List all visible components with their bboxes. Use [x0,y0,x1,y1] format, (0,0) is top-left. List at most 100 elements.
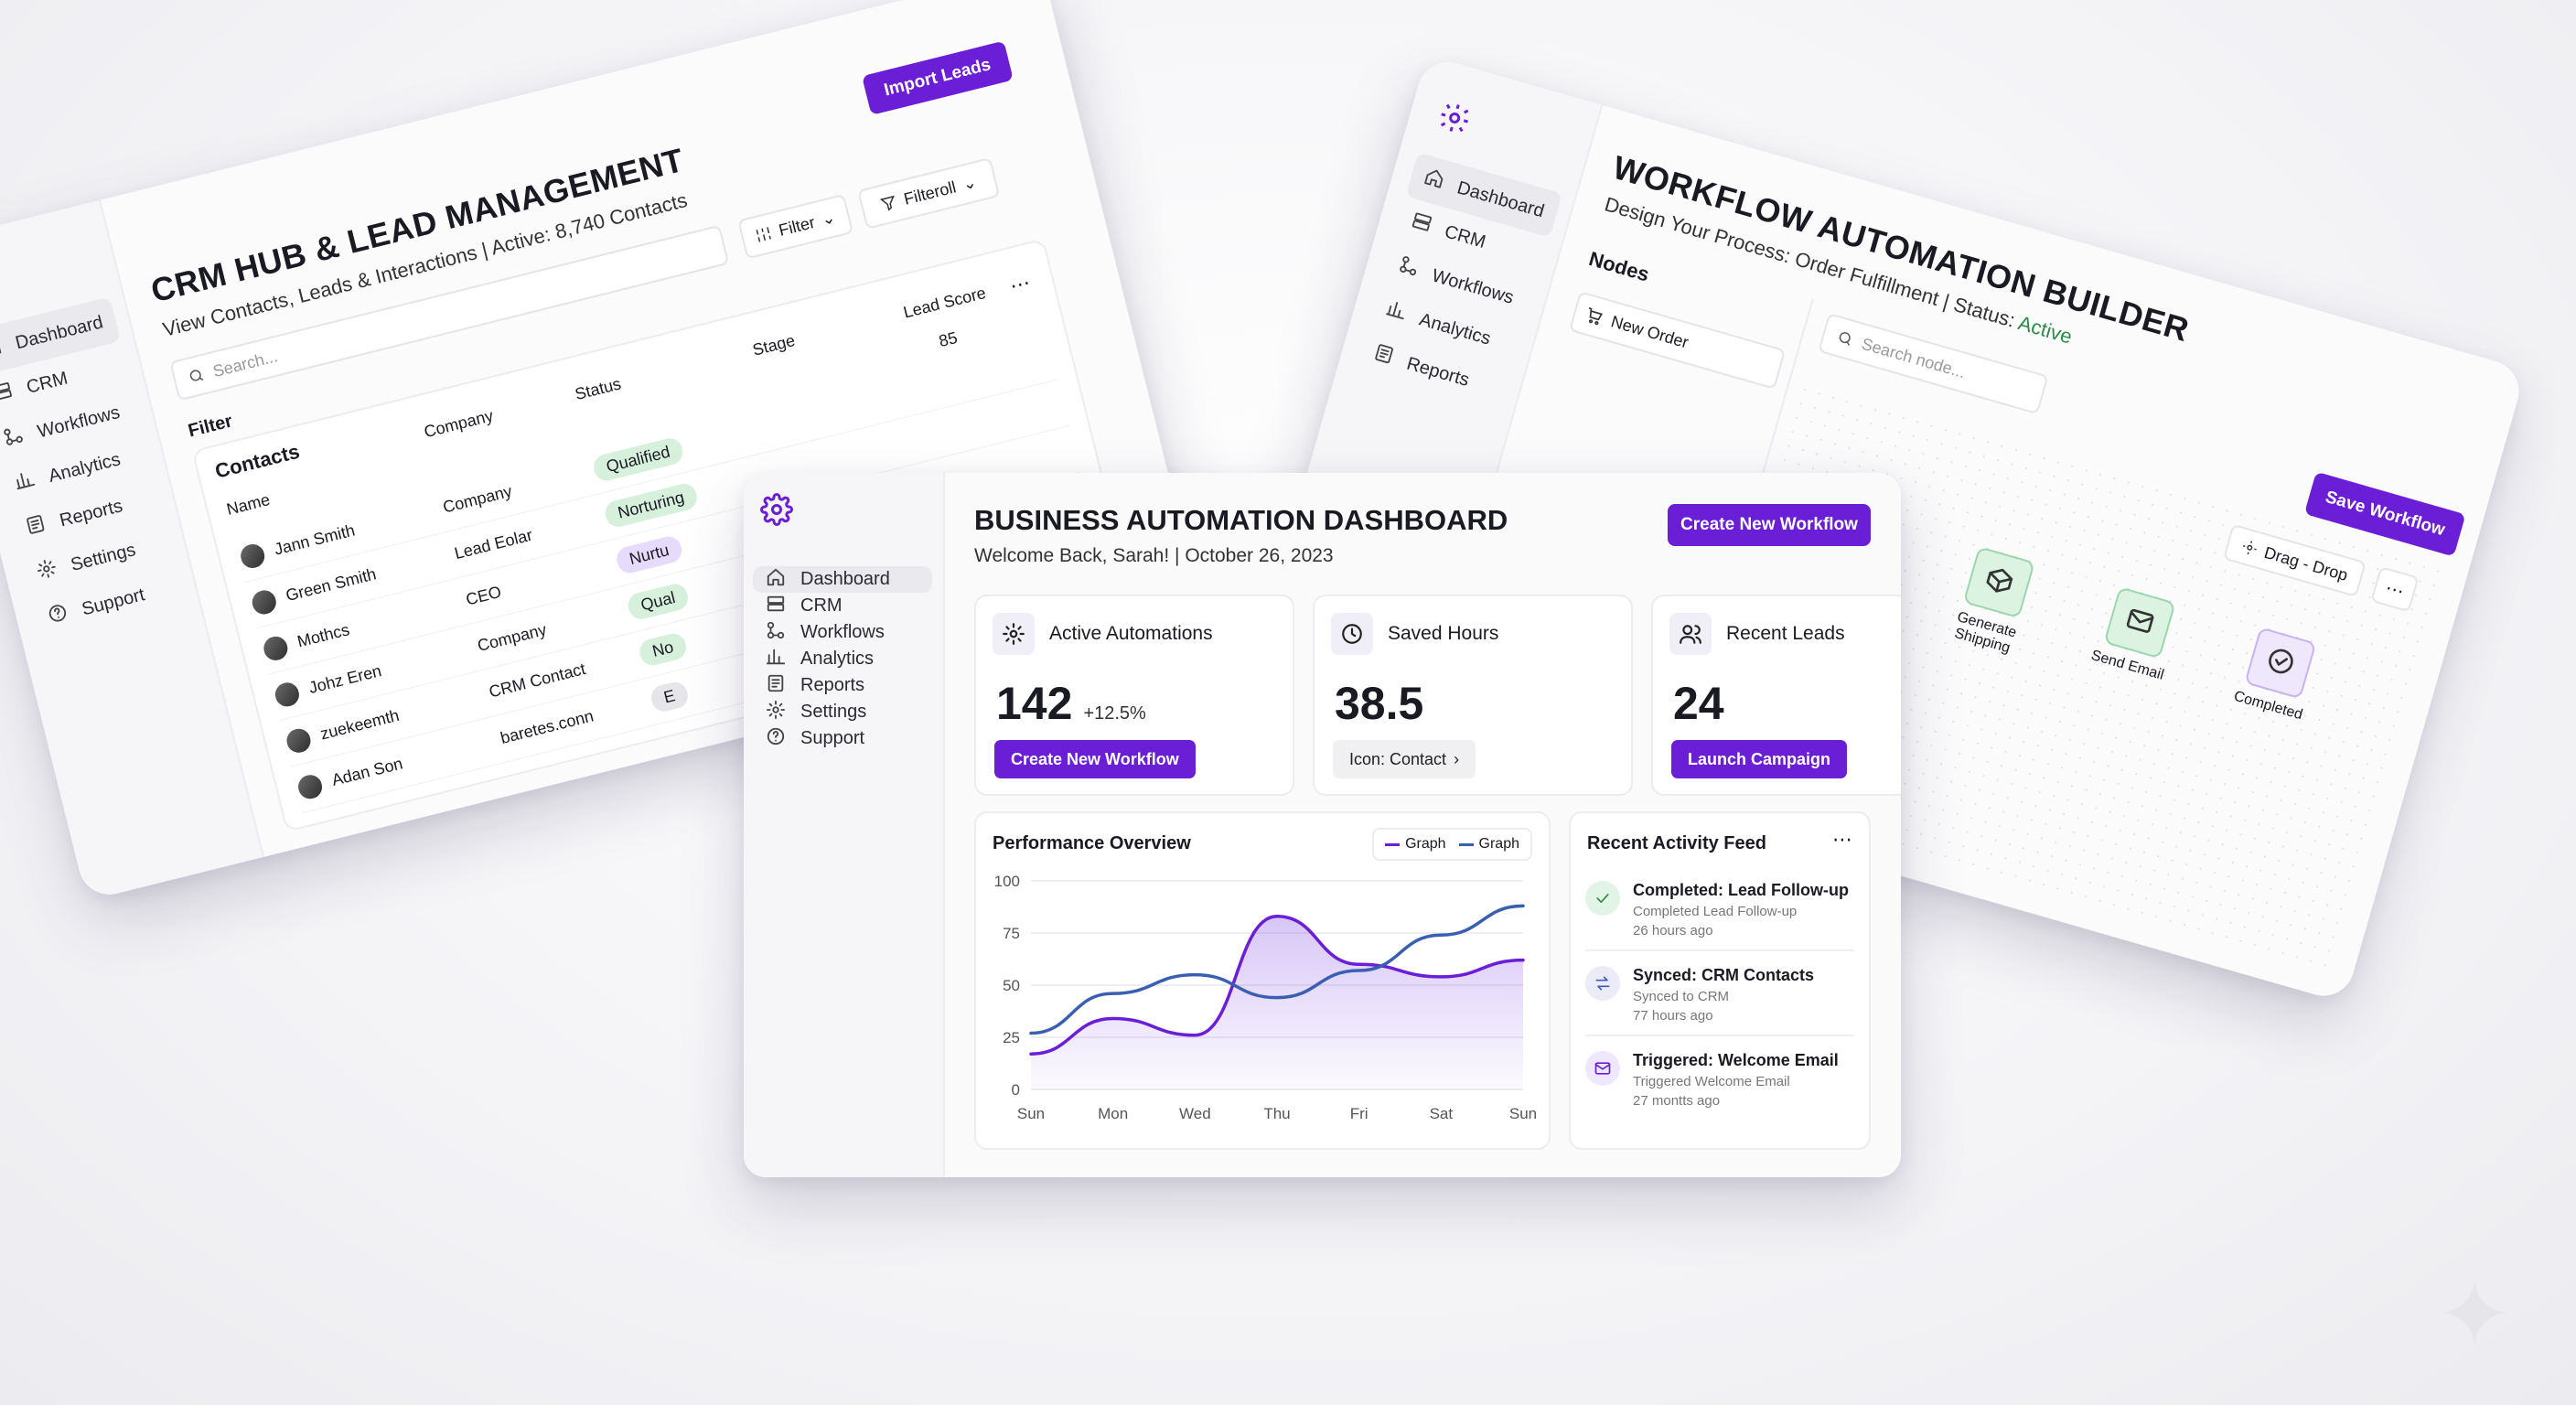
activity-feed-card: Recent Activity Feed ⋯ Completed: Lead F… [1569,811,1871,1150]
stat-title: Active Automations [1049,623,1213,644]
avatar [235,539,270,573]
drag-drop-label: Drag - Drop [2262,542,2350,585]
crm-filter-heading: Filter [186,411,235,442]
sidebar-item-label: Settings [800,702,867,722]
col-stage: Stage [750,330,798,359]
filter-label: Filter [777,212,817,240]
avatar [259,631,293,665]
sparkle-watermark-icon [2442,1281,2506,1345]
sidebar-item-support[interactable]: Support [753,725,932,752]
sidebar-item-dashboard[interactable]: Dashboard [753,566,932,593]
users-icon [1669,613,1712,655]
dashboard-icon [0,335,5,364]
search-icon [1839,332,1851,346]
crm-search-placeholder: Search... [210,346,280,381]
workflows-icon [1395,253,1422,284]
crm-nav: Dashboard CRM Workflows Analytics Reports Set… [0,296,188,643]
feed-more-icon[interactable]: ⋯ [1832,828,1852,852]
legend-label-1: Graph [1405,836,1446,852]
feed-item-title: Synced: CRM Contacts [1633,966,1815,984]
x-tick-label: Sun [1017,1105,1045,1122]
filter-dropdown[interactable]: Filter ⌄ [737,193,854,260]
stat-action-label: Create New Workflow [1011,749,1179,768]
check-icon [1585,881,1620,916]
import-leads-button[interactable]: Import Leads [862,40,1014,115]
flow-node-generate-shipping[interactable]: Generate Shipping [1936,542,2051,661]
node-search-placeholder: Search node... [1859,334,1968,381]
workflow-status: Active [2015,311,2075,349]
crm-icon [1408,209,1434,240]
legend-label-2: Graph [1478,836,1519,852]
workflows-icon [1,424,27,453]
app-logo-gear-icon [1433,98,1476,143]
sidebar-item-analytics[interactable]: Analytics [753,646,932,672]
performance-chart: 0 25 50 75 100 Sun Mon Wed Thu Fri Sat Sun [994,873,1538,1122]
sidebar-item-label: CRM [24,368,70,398]
avatar [247,585,281,619]
x-tick-label: Fri [1350,1105,1368,1122]
dashboard-panel: Dashboard CRM Workflows Analytics Reports Set… [744,473,1901,1177]
sidebar-item-settings[interactable]: Settings [753,699,932,725]
feed-item[interactable]: Completed: Lead Follow-up Completed Lead… [1585,875,1854,951]
stat-card-active-automations: Active Automations 142 +12.5% Create New… [974,595,1294,796]
funnel-icon [880,195,896,211]
stat-value: 38.5 [1335,678,1424,729]
sidebar-item-label: Reports [1404,353,1472,391]
sidebar-item-label: Settings [68,539,138,575]
support-icon [46,601,71,630]
sidebar-item-label: Dashboard [800,569,890,589]
crm-icon [766,594,786,619]
box-icon [1980,562,2018,602]
series-1-area [1031,916,1523,1089]
avatar [282,724,316,757]
filterall-dropdown[interactable]: Filteroll ⌄ [857,156,1001,230]
flow-node-send-email[interactable]: Send Email [2081,582,2192,686]
y-tick-label: 25 [1003,1029,1020,1046]
performance-title: Performance Overview [993,833,1191,853]
feed-item-time: 26 hours ago [1633,923,1713,938]
stat-action-button[interactable]: Create New Workflow [994,740,1196,778]
sidebar-item-label: Workflows [35,402,123,442]
legend-swatch-purple [1385,842,1401,846]
sidebar-item-crm[interactable]: CRM [753,593,932,619]
sidebar-item-label: Support [80,584,147,619]
feed-item-sub: Triggered Welcome Email [1633,1074,1790,1089]
mail-icon [1585,1051,1620,1086]
flow-node-completed[interactable]: Completed [2222,622,2333,726]
feed-item-title: Completed: Lead Follow-up [1633,881,1849,899]
drag-drop-toggle[interactable]: Drag - Drop [2222,523,2367,597]
stat-action-button[interactable]: Launch Campaign [1671,740,1848,778]
reports-icon [1370,341,1397,371]
gear-icon [993,613,1035,655]
x-tick-label: Wed [1179,1105,1211,1122]
x-tick-label: Sun [1509,1105,1537,1122]
x-tick-label: Thu [1263,1105,1290,1122]
reports-icon [766,673,786,699]
feed-item-time: 27 montts ago [1633,1093,1721,1109]
sidebar-item-label: Support [800,728,865,748]
dashboard-title: BUSINESS AUTOMATION DASHBOARD [974,504,1508,536]
dashboard-icon [766,567,786,593]
feed-item[interactable]: Synced: CRM Contacts Synced to CRM 77 ho… [1585,960,1854,1036]
dashboard-nav: Dashboard CRM Workflows Analytics Reports Set… [753,566,932,752]
avatar [293,769,327,803]
feed-item[interactable]: Triggered: Welcome Email Triggered Welco… [1585,1046,1854,1120]
app-logo-gear-icon [760,493,793,531]
col-company: Company [422,406,496,442]
feed-title: Recent Activity Feed [1587,833,1766,853]
col-name: Name [224,489,273,519]
stat-card-saved-hours: Saved Hours 38.5 Icon: Contact › [1313,595,1633,796]
sidebar-item-workflows[interactable]: Workflows [753,619,932,646]
more-options-icon[interactable]: ⋯ [1007,271,1033,299]
chart-legend: Graph Graph [1372,828,1532,861]
workflow-nav: Dashboard CRM Workflows Analytics Reports [1355,152,1562,413]
support-icon [766,726,786,752]
sidebar-item-reports[interactable]: Reports [753,672,932,699]
legend-swatch-blue [1458,842,1474,846]
dashboard-sidebar: Dashboard CRM Workflows Analytics Reports Set… [744,473,945,1177]
sidebar-item-label: Reports [800,675,865,695]
create-new-workflow-button[interactable]: Create New Workflow [1668,504,1871,546]
stat-action-label: Icon: Contact [1349,749,1447,768]
stat-action-button[interactable]: Icon: Contact › [1333,740,1476,778]
canvas-more-button[interactable]: ⋯ [2370,565,2420,613]
